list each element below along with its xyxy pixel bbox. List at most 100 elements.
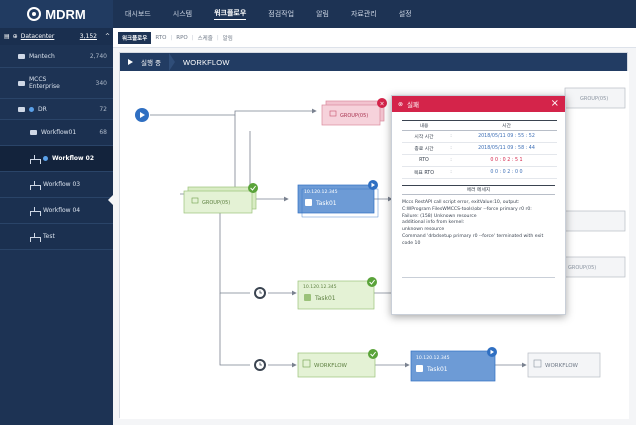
start-node[interactable] — [135, 108, 149, 122]
divider: | — [170, 34, 173, 41]
nav-inspection[interactable]: 점검작업 — [268, 9, 294, 19]
nav-system[interactable]: 시스템 — [173, 9, 192, 19]
group-node-failed[interactable]: GROUP(05) × — [321, 98, 387, 126]
sidebar-item-mantech[interactable]: Mantech 2,740 — [0, 45, 113, 68]
plus-icon: ⊕ — [12, 33, 18, 40]
sidebar-item-test[interactable]: Test — [0, 224, 113, 250]
error-icon: ⊗ — [398, 100, 404, 108]
sidebar-item-workflow04[interactable]: Workflow 04 — [0, 198, 113, 224]
chevron-up-icon: ^ — [104, 33, 110, 40]
panel-title: WORKFLOW — [183, 57, 230, 67]
row-value: 0 0 : 0 2 : 5 1 — [456, 154, 557, 167]
panel-header: 실행 중 WORKFLOW — [120, 53, 627, 71]
sidebar-item-value: 72 — [99, 105, 107, 113]
task-node-running[interactable]: 10.120.12.345 Task01 — [297, 180, 379, 218]
table-row: 시작 시간: 2018/05/11 09 : 55 : 52 — [402, 130, 557, 143]
popup-title: 실패 — [407, 101, 419, 109]
sidebar-item-label: Workflow 02 — [52, 155, 95, 162]
popup-header: ⊗ 실패 × — [392, 96, 565, 112]
close-icon[interactable]: × — [551, 99, 559, 109]
row-label: 종료 시간 — [402, 142, 446, 155]
sidebar-collapse-notch[interactable] — [108, 195, 113, 205]
table-row: 종료 시간: 2018/05/11 09 : 58 : 44 — [402, 142, 557, 155]
logo-icon — [27, 7, 42, 21]
sidebar-item-label: Test — [43, 233, 55, 240]
table-row: 목표 RTO: 0 0 : 0 2 : 0 0 — [402, 166, 557, 179]
sidebar-item-label: Workflow 04 — [43, 207, 81, 214]
sub-nav: 워크플로우 RTO | RPO | 스케줄 | 알림 — [113, 28, 636, 48]
app-root: MDRM ▤ ⊕ Datacenter 3,152 ^ Mantech 2,74… — [0, 0, 636, 425]
failure-popup: ⊗ 실패 × 내용 시간 시작 시간: 2018/05/11 09 : 55 :… — [391, 95, 566, 315]
task-node-success[interactable]: 10.120.12.345 Task01 — [297, 277, 377, 310]
subnav-alert[interactable]: 알림 — [223, 34, 233, 42]
clock-icon — [254, 359, 266, 371]
group-node-label: GROUP(05) — [202, 200, 230, 206]
folder-icon — [30, 130, 37, 135]
group-node-label: GROUP(05) — [580, 96, 608, 102]
task-node-running[interactable]: 10.120.12.345 Task01 — [410, 347, 497, 382]
sidebar-item-mccs[interactable]: MCCS Enterprise 340 — [0, 68, 113, 99]
sidebar: MDRM ▤ ⊕ Datacenter 3,152 ^ Mantech 2,74… — [0, 0, 113, 425]
sidebar-item-label: DR — [38, 105, 47, 113]
sidebar-item-label: Workflow 03 — [43, 181, 81, 188]
task-node-name: Task01 — [314, 295, 336, 302]
folder-icon — [18, 106, 25, 112]
nav-dashboard[interactable]: 대시보드 — [125, 9, 151, 19]
folder-icon — [18, 80, 25, 86]
row-value: 2018/05/11 09 : 58 : 44 — [456, 142, 557, 155]
row-label: 목표 RTO — [402, 166, 446, 179]
sidebar-item-value: 68 — [99, 129, 107, 136]
datacenter-label: Datacenter — [20, 33, 55, 40]
task-node-pending[interactable] — [564, 210, 626, 232]
nav-data[interactable]: 자료관리 — [351, 9, 377, 19]
row-value: 0 0 : 0 2 : 0 0 — [456, 166, 557, 179]
sidebar-item-label: Workflow01 — [41, 129, 77, 136]
sidebar-item-workflow03[interactable]: Workflow 03 — [0, 172, 113, 198]
sidebar-item-label: MCCS Enterprise — [29, 76, 60, 90]
table-row: RTO: 0 0 : 0 2 : 5 1 — [402, 154, 557, 167]
workflow-node-success[interactable]: WORKFLOW — [297, 349, 378, 378]
group-node-success[interactable]: GROUP(05) — [183, 183, 258, 214]
folder-icon — [18, 53, 25, 59]
tree-icon — [30, 154, 41, 164]
table-header: 내용 — [402, 120, 446, 131]
tree-icon — [30, 206, 41, 216]
row-value: 2018/05/11 09 : 55 : 52 — [456, 130, 557, 143]
task-node-name: Task01 — [315, 200, 337, 207]
clock-icon — [254, 287, 266, 299]
divider: | — [216, 34, 219, 41]
chevron-right-icon — [169, 53, 176, 71]
datacenter-count: 3,152 — [79, 33, 97, 40]
subnav-workflow[interactable]: 워크플로우 — [118, 31, 152, 44]
sidebar-datacenter[interactable]: ▤ ⊕ Datacenter 3,152 ^ — [0, 28, 113, 45]
brand-logo[interactable]: MDRM — [0, 0, 113, 28]
task-node-ip: 10.120.12.345 — [416, 355, 450, 361]
running-dot-icon — [43, 156, 48, 161]
group-node-pending-top[interactable]: GROUP(05) — [564, 87, 626, 109]
sidebar-item-dr[interactable]: DR 72 — [0, 99, 113, 120]
play-icon[interactable] — [128, 59, 133, 65]
nav-workflow[interactable]: 워크플로우 — [214, 8, 247, 20]
workflow-node-label: WORKFLOW — [545, 363, 579, 369]
subnav-schedule[interactable]: 스케줄 — [198, 34, 213, 42]
run-status: 실행 중 — [141, 59, 162, 67]
row-label: RTO — [402, 154, 446, 167]
group-node-pending-mid[interactable]: GROUP(05) — [564, 256, 626, 278]
subnav-rto[interactable]: RTO — [155, 35, 166, 41]
error-message-body: Mccs RestAPI call script error, exitValu… — [402, 200, 555, 278]
sidebar-item-workflow02[interactable]: Workflow 02 — [0, 146, 113, 172]
divider: | — [191, 34, 194, 41]
brand-name: MDRM — [45, 6, 86, 22]
subnav-rpo[interactable]: RPO — [176, 35, 187, 41]
error-message-title: 에러 메세지 — [402, 185, 555, 195]
sidebar-item-value: 2,740 — [89, 52, 107, 60]
row-label: 시작 시간 — [402, 130, 446, 143]
tree-icon — [30, 180, 41, 190]
group-node-label: GROUP(05) — [340, 113, 368, 119]
top-nav: 대시보드 시스템 워크플로우 점검작업 알림 자료관리 설정 — [113, 0, 636, 28]
sidebar-item-workflow01[interactable]: Workflow01 68 — [0, 120, 113, 146]
status-dot-icon — [29, 106, 34, 112]
workflow-node-pending[interactable]: WORKFLOW — [527, 352, 601, 378]
nav-alert[interactable]: 알림 — [316, 9, 329, 19]
nav-settings[interactable]: 설정 — [399, 9, 412, 19]
